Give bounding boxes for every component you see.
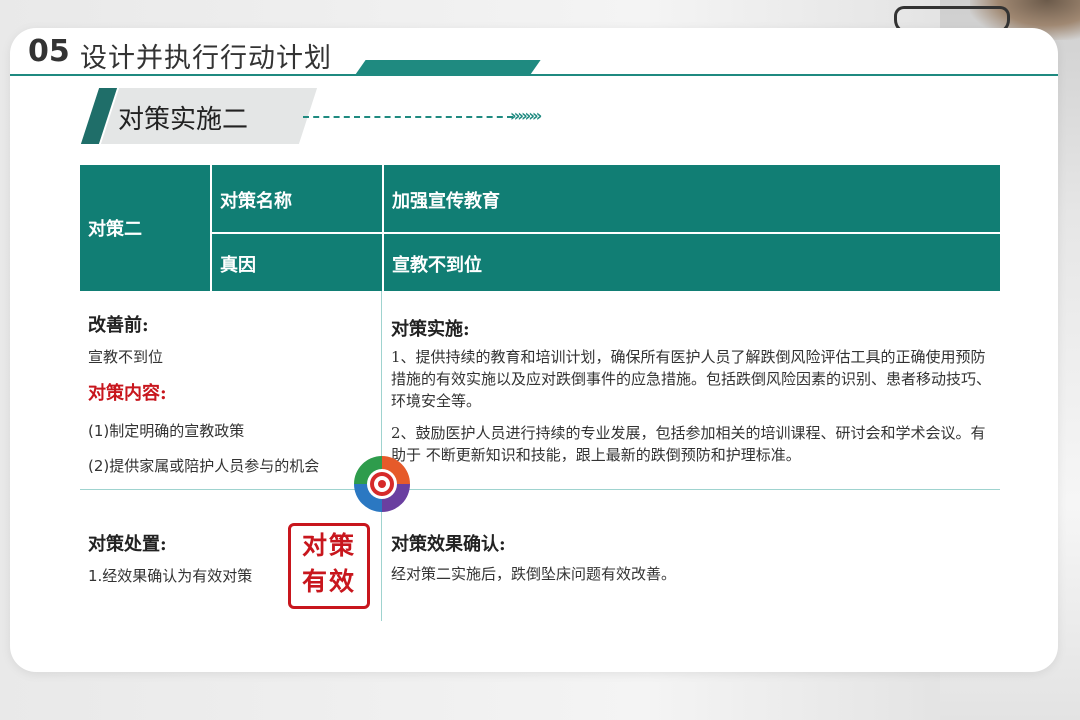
effect-heading: 对策效果确认:: [391, 534, 506, 555]
name-label: 对策名称: [220, 191, 292, 212]
section-number: 05: [28, 34, 70, 69]
countermeasure-table-header: 对策二 对策名称 加强宣传教育 真因 宣教不到位: [80, 165, 1000, 291]
stamp-text: 对策 有效: [291, 528, 367, 600]
dashed-line: [303, 116, 513, 118]
pdca-cycle-icon: [354, 456, 410, 512]
effective-stamp-icon: 对策 有效: [288, 523, 370, 609]
subheader-title: 对策实施二: [118, 105, 249, 135]
content-item: (1)制定明确的宣教政策: [88, 422, 245, 440]
cause-label: 真因: [220, 255, 256, 276]
row-label: 对策二: [88, 219, 142, 240]
implementation-paragraph: 1、提供持续的教育和培训计划，确保所有医护人员了解跌倒风险评估工具的正确使用预防…: [391, 348, 992, 410]
slide-card: 05 设计并执行行动计划 对策实施二 »»»» 对策二 对策名称 加强宣传教育 …: [10, 28, 1058, 672]
name-value: 加强宣传教育: [392, 191, 500, 212]
table-divider: [210, 232, 1000, 234]
table-divider: [382, 165, 384, 291]
cause-value: 宣教不到位: [392, 255, 482, 276]
section-title: 设计并执行行动计划: [80, 43, 332, 74]
before-heading: 改善前:: [88, 315, 149, 336]
stamp-line1: 对策: [301, 531, 356, 560]
implementation-heading: 对策实施:: [391, 319, 470, 340]
disposal-text: 1.经效果确认为有效对策: [88, 567, 253, 585]
effect-text: 经对策二实施后，跌倒坠床问题有效改善。: [391, 565, 677, 583]
implementation-paragraph: 2、鼓励医护人员进行持续的专业发展，包括参加相关的培训课程、研讨会和学术会议。有…: [391, 424, 986, 464]
content-heading: 对策内容:: [88, 383, 167, 404]
content-item: (2)提供家属或陪护人员参与的机会: [88, 457, 320, 475]
content-divider-horizontal: [80, 489, 1000, 490]
disposal-heading: 对策处置:: [88, 534, 167, 555]
before-text: 宣教不到位: [88, 348, 164, 366]
stamp-line2: 有效: [301, 567, 356, 596]
subheader-banner: 对策实施二: [80, 88, 318, 144]
table-divider: [210, 165, 212, 291]
chevron-arrows-icon: »»»»: [510, 106, 542, 125]
